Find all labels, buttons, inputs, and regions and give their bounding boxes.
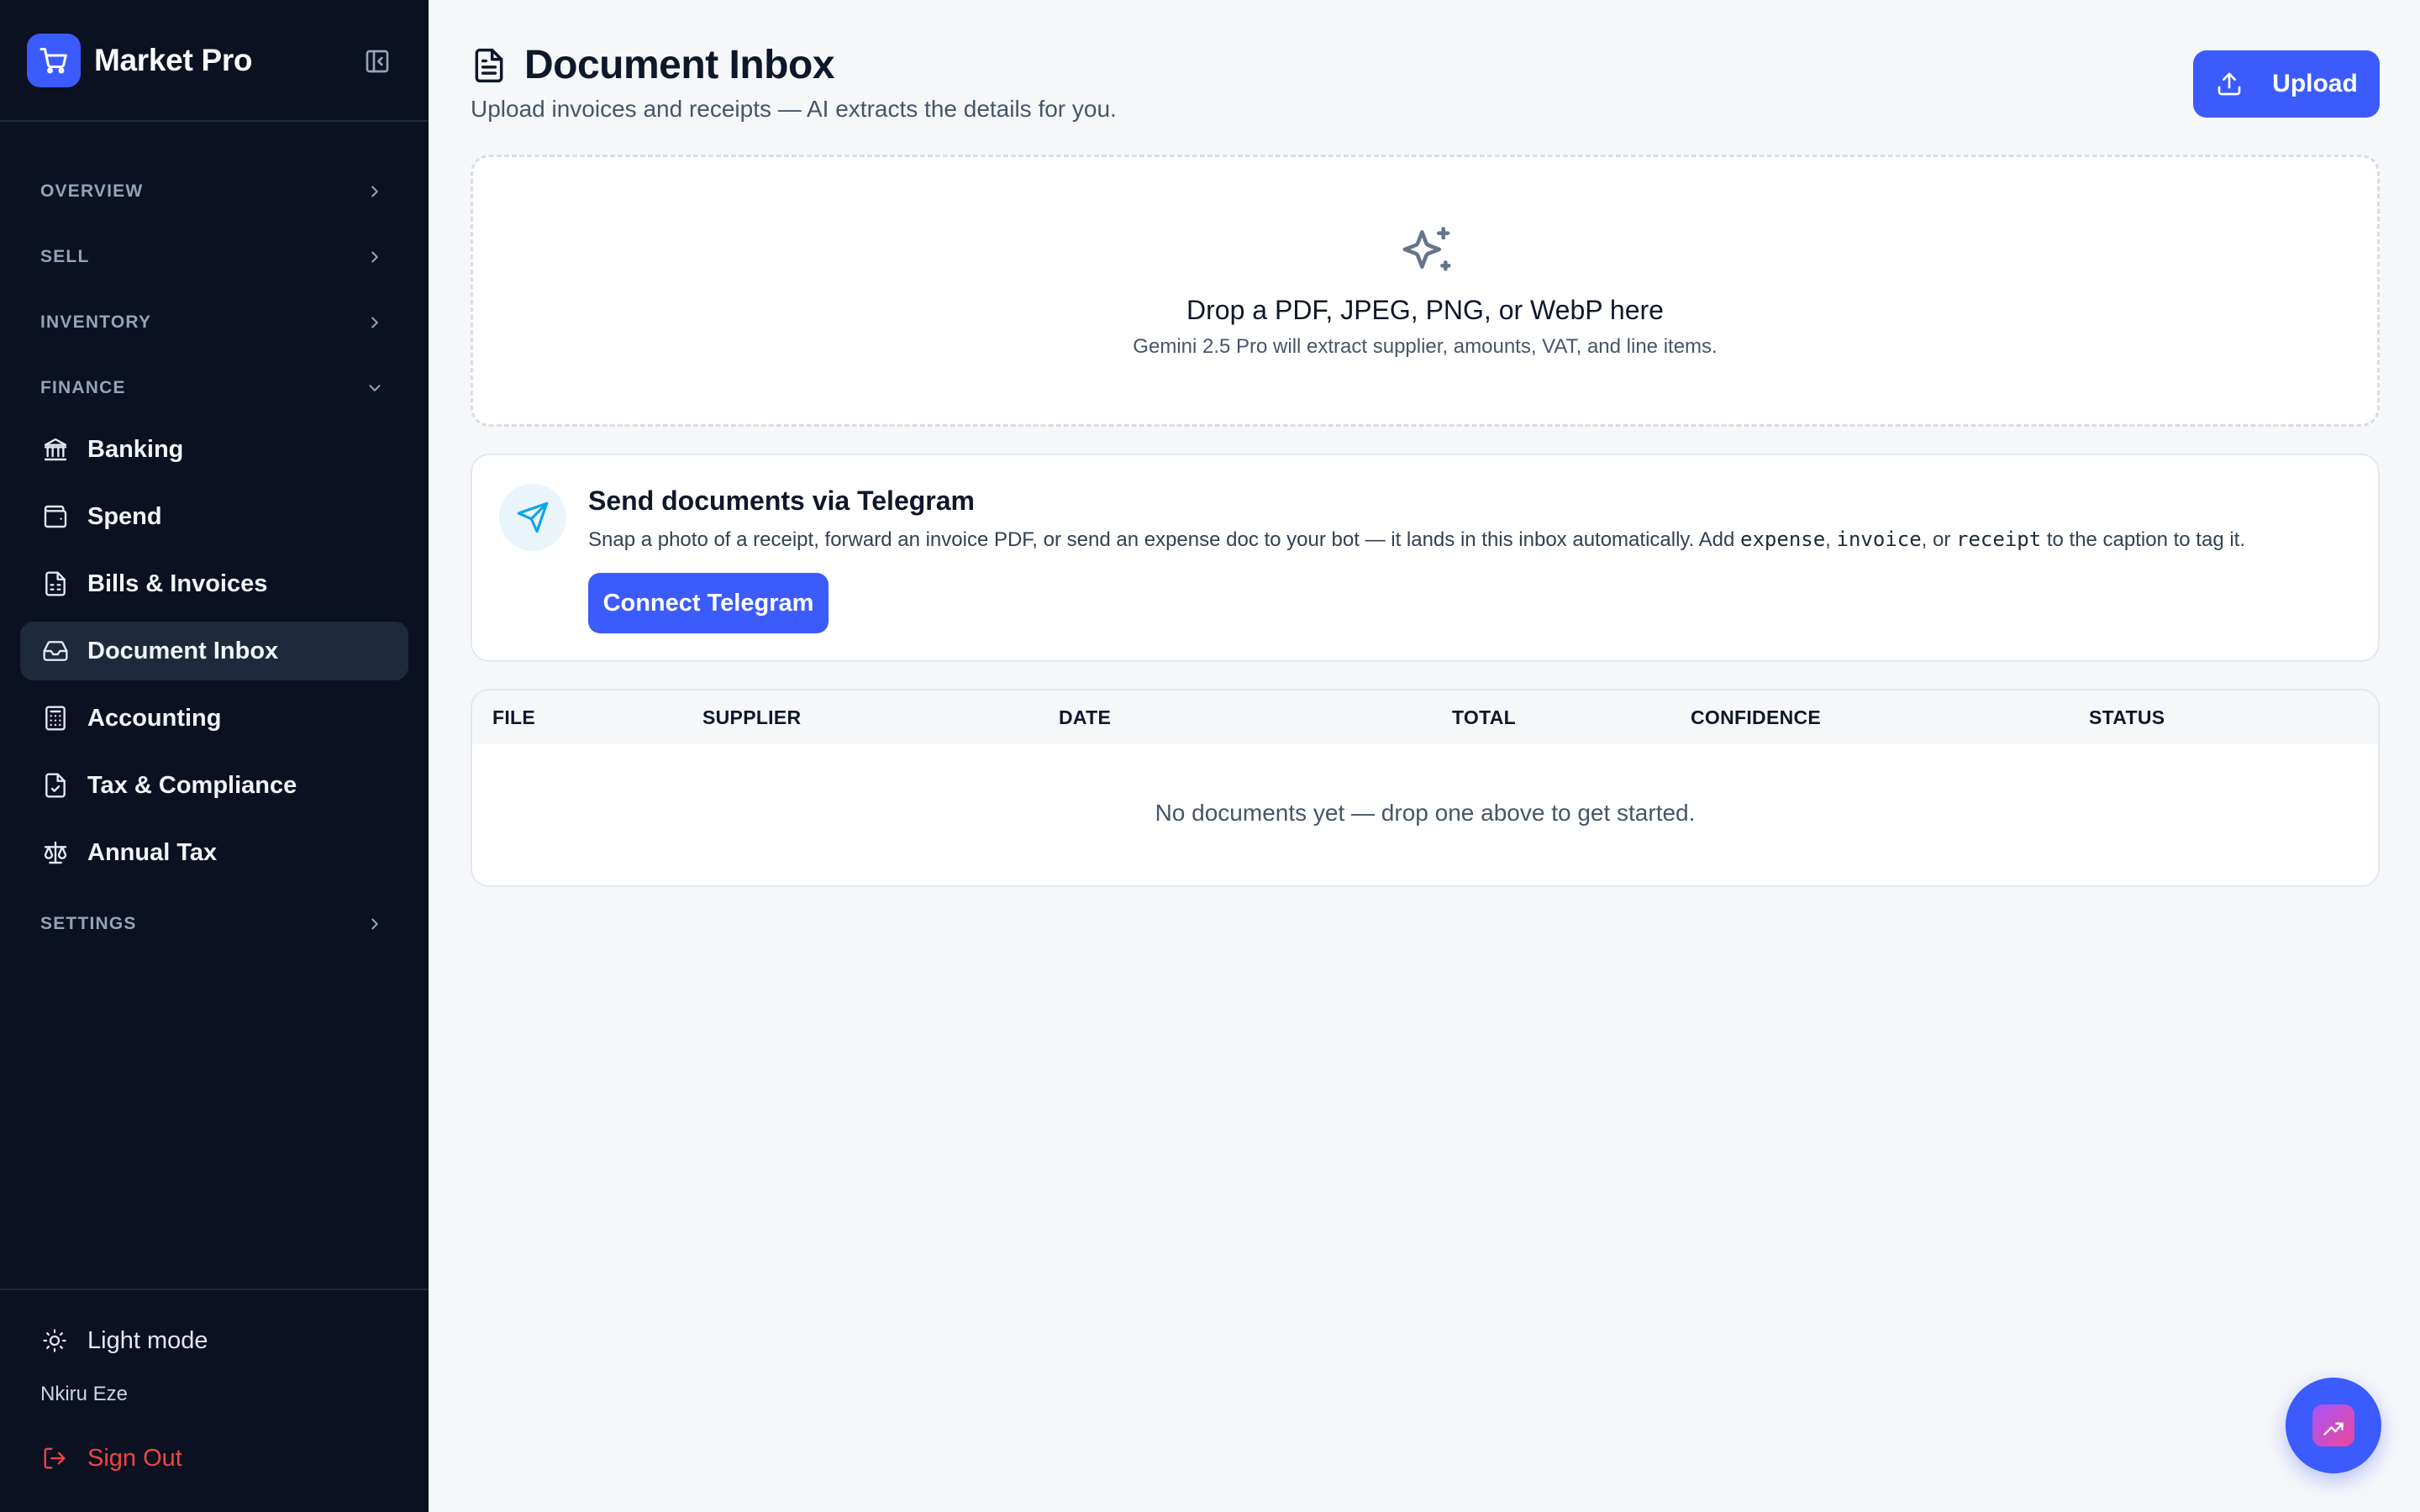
- telegram-desc-suffix: to the caption to tag it.: [2041, 528, 2245, 551]
- upload-icon: [2215, 70, 2244, 98]
- user-name: Nkiru Eze: [40, 1383, 129, 1405]
- dropzone-title: Drop a PDF, JPEG, PNG, or WebP here: [1186, 295, 1664, 325]
- upload-button[interactable]: Upload: [2193, 50, 2380, 118]
- wallet-icon: [40, 501, 71, 532]
- file-dropzone[interactable]: Drop a PDF, JPEG, PNG, or WebP here Gemi…: [471, 155, 2380, 427]
- file-text-icon: [471, 44, 511, 87]
- column-header-confidence[interactable]: CONFIDENCE: [1691, 690, 1821, 744]
- sidebar-item-label: Spend: [87, 502, 162, 530]
- section-label: SETTINGS: [40, 914, 137, 933]
- sidebar-item-label: Banking: [87, 435, 184, 463]
- section-label: FINANCE: [40, 378, 126, 397]
- sidebar-section-finance[interactable]: FINANCE: [40, 371, 385, 405]
- cart-icon[interactable]: [27, 34, 81, 87]
- sidebar-item-banking[interactable]: Banking: [20, 420, 408, 479]
- documents-table: FILE SUPPLIER DATE TOTAL CONFIDENCE STAT…: [471, 689, 2380, 887]
- calculator-icon: [40, 703, 71, 733]
- empty-state-message: No documents yet — drop one above to get…: [1155, 800, 1696, 826]
- telegram-card: Send documents via Telegram Snap a photo…: [471, 454, 2380, 662]
- section-label: SELL: [40, 247, 90, 266]
- tag-receipt: receipt: [1956, 528, 2042, 551]
- tag-invoice: invoice: [1836, 528, 1922, 551]
- page-subtitle: Upload invoices and receipts — AI extrac…: [471, 96, 1117, 122]
- column-header-total[interactable]: TOTAL: [1452, 690, 1516, 744]
- telegram-title: Send documents via Telegram: [588, 486, 975, 516]
- theme-toggle[interactable]: Light mode: [40, 1320, 208, 1361]
- sidebar-item-label: Annual Tax: [87, 838, 218, 866]
- chevron-right-icon: [365, 312, 385, 333]
- telegram-desc-sep: , or: [1921, 528, 1957, 551]
- sun-icon: [40, 1326, 69, 1355]
- tag-expense: expense: [1740, 528, 1826, 551]
- send-icon: [499, 484, 566, 551]
- column-header-date[interactable]: DATE: [1059, 690, 1111, 744]
- sparkles-icon: [1401, 224, 1455, 278]
- column-header-supplier[interactable]: SUPPLIER: [702, 690, 801, 744]
- telegram-desc-prefix: Snap a photo of a receipt, forward an in…: [588, 528, 1741, 551]
- dropzone-subtitle: Gemini 2.5 Pro will extract supplier, am…: [1133, 335, 1718, 358]
- bank-icon: [40, 434, 71, 465]
- chevron-right-icon: [365, 247, 385, 267]
- sidebar-section-sell[interactable]: SELL: [40, 240, 385, 274]
- main-content: Document Inbox Upload invoices and recei…: [429, 0, 2420, 1512]
- receipt-icon: [40, 569, 71, 599]
- sidebar-item-document-inbox[interactable]: Document Inbox: [20, 622, 408, 680]
- page-header: Document Inbox: [471, 42, 835, 88]
- sidebar-item-label: Document Inbox: [87, 637, 279, 664]
- connect-telegram-button[interactable]: Connect Telegram: [588, 573, 829, 633]
- column-header-file[interactable]: FILE: [492, 690, 535, 744]
- app-name: Market Pro: [94, 43, 253, 77]
- file-check-icon: [40, 770, 71, 801]
- column-header-status[interactable]: STATUS: [2089, 690, 2165, 744]
- sidebar-section-inventory[interactable]: INVENTORY: [40, 306, 385, 339]
- telegram-description: Snap a photo of a receipt, forward an in…: [588, 528, 2245, 552]
- sidebar-item-label: Accounting: [87, 704, 222, 732]
- analytics-fab-button[interactable]: [2286, 1378, 2381, 1473]
- sidebar-item-tax-compliance[interactable]: Tax & Compliance: [20, 756, 408, 815]
- theme-toggle-label: Light mode: [87, 1326, 208, 1354]
- sidebar-collapse-icon[interactable]: [363, 47, 392, 76]
- logout-icon: [40, 1444, 69, 1473]
- sidebar-item-accounting[interactable]: Accounting: [20, 689, 408, 748]
- page-title: Document Inbox: [524, 43, 835, 87]
- sidebar-item-label: Bills & Invoices: [87, 570, 268, 597]
- table-header: FILE SUPPLIER DATE TOTAL CONFIDENCE STAT…: [472, 690, 2378, 744]
- sidebar-section-settings[interactable]: SETTINGS: [40, 907, 385, 941]
- inbox-icon: [40, 636, 71, 666]
- scale-icon: [40, 837, 71, 868]
- chevron-down-icon: [365, 378, 385, 398]
- sidebar-section-overview[interactable]: OVERVIEW: [40, 175, 385, 208]
- sidebar-item-spend[interactable]: Spend: [20, 487, 408, 546]
- section-label: INVENTORY: [40, 312, 152, 332]
- sidebar-item-bills-invoices[interactable]: Bills & Invoices: [20, 554, 408, 613]
- section-label: OVERVIEW: [40, 181, 144, 201]
- telegram-desc-sep: ,: [1825, 528, 1837, 551]
- upload-button-label: Upload: [2272, 70, 2358, 97]
- sign-out-label: Sign Out: [87, 1444, 182, 1472]
- trending-up-icon: [2312, 1404, 2354, 1446]
- chevron-right-icon: [365, 914, 385, 934]
- brand-header: Market Pro: [0, 0, 429, 122]
- sidebar-item-label: Tax & Compliance: [87, 771, 297, 799]
- chevron-right-icon: [365, 181, 385, 202]
- sidebar: Market Pro OVERVIEW SELL INVENTORY FINAN…: [0, 0, 429, 1512]
- sign-out-button[interactable]: Sign Out: [40, 1438, 182, 1478]
- sidebar-item-annual-tax[interactable]: Annual Tax: [20, 823, 408, 882]
